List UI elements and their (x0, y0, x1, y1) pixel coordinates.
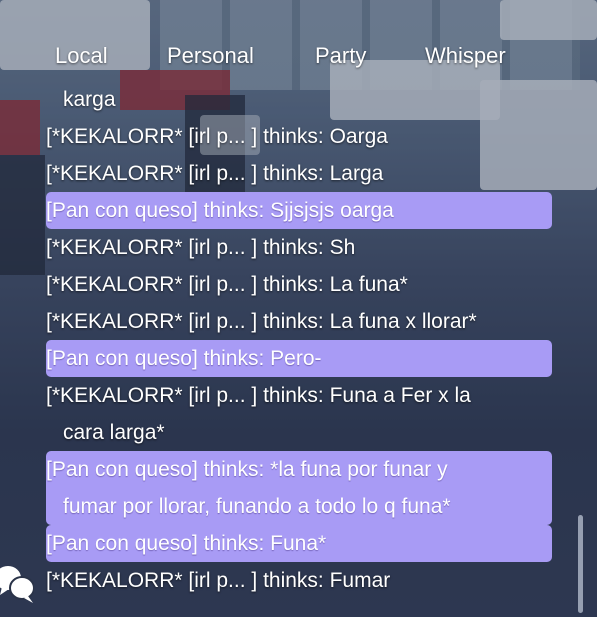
chat-message-highlighted: [Pan con queso] thinks: Sjjsjsjs oarga (46, 192, 552, 229)
chat-message-highlighted: [Pan con queso] thinks: Pero- (46, 340, 552, 377)
chat-message-continuation: karga (63, 88, 116, 111)
chat-message-text: [Pan con queso] thinks: *la funa por fun… (46, 458, 448, 481)
tab-personal[interactable]: Personal (167, 40, 254, 72)
chat-message-text: [Pan con queso] thinks: Funa* (46, 532, 327, 555)
chat-message-text: [*KEKALORR* [irl p... ] thinks: Fumar (46, 569, 391, 592)
chat-message: [*KEKALORR* [irl p... ] thinks: Sh (46, 229, 552, 266)
chat-scrollbar[interactable] (578, 515, 583, 613)
chat-message-continuation: fumar por llorar, funando a todo lo q fu… (63, 495, 451, 518)
chat-message: [*KEKALORR* [irl p... ] thinks: Fumar (46, 562, 552, 599)
chat-message-text: [*KEKALORR* [irl p... ] thinks: Sh (46, 236, 356, 259)
chat-message: [*KEKALORR* [irl p... ] thinks: Funa a F… (46, 377, 552, 451)
chat-message-text: [*KEKALORR* [irl p... ] thinks: Oarga (46, 125, 388, 148)
chat-message: karga (46, 81, 552, 118)
chat-message-text: [Pan con queso] thinks: Sjjsjsjs oarga (46, 199, 394, 222)
chat-message-highlighted: [Pan con queso] thinks: *la funa por fun… (46, 451, 552, 525)
chat-message-text: [Pan con queso] thinks: Pero- (46, 347, 322, 370)
chat-message-text: [*KEKALORR* [irl p... ] thinks: La funa … (46, 310, 477, 333)
chat-message: [*KEKALORR* [irl p... ] thinks: Oarga (46, 118, 552, 155)
chat-message-text: [*KEKALORR* [irl p... ] thinks: La funa* (46, 273, 408, 296)
tab-party[interactable]: Party (315, 40, 366, 72)
chat-message: [*KEKALORR* [irl p... ] thinks: La funa* (46, 266, 552, 303)
chat-message-highlighted: [Pan con queso] thinks: Funa* (46, 525, 552, 562)
chat-message: [*KEKALORR* [irl p... ] thinks: La funa … (46, 303, 552, 340)
tab-whisper[interactable]: Whisper (425, 40, 506, 72)
chat-message-continuation: cara larga* (63, 421, 165, 444)
tab-local[interactable]: Local (55, 40, 108, 72)
speech-bubbles-icon[interactable] (0, 556, 34, 606)
chat-log[interactable]: karga [*KEKALORR* [irl p... ] thinks: Oar… (46, 81, 552, 599)
chat-message: [*KEKALORR* [irl p... ] thinks: Larga (46, 155, 552, 192)
chat-tab-bar: Local Personal Party Whisper (0, 40, 597, 74)
chat-message-text: [*KEKALORR* [irl p... ] thinks: Larga (46, 162, 384, 185)
chat-message-text: [*KEKALORR* [irl p... ] thinks: Funa a F… (46, 384, 471, 407)
